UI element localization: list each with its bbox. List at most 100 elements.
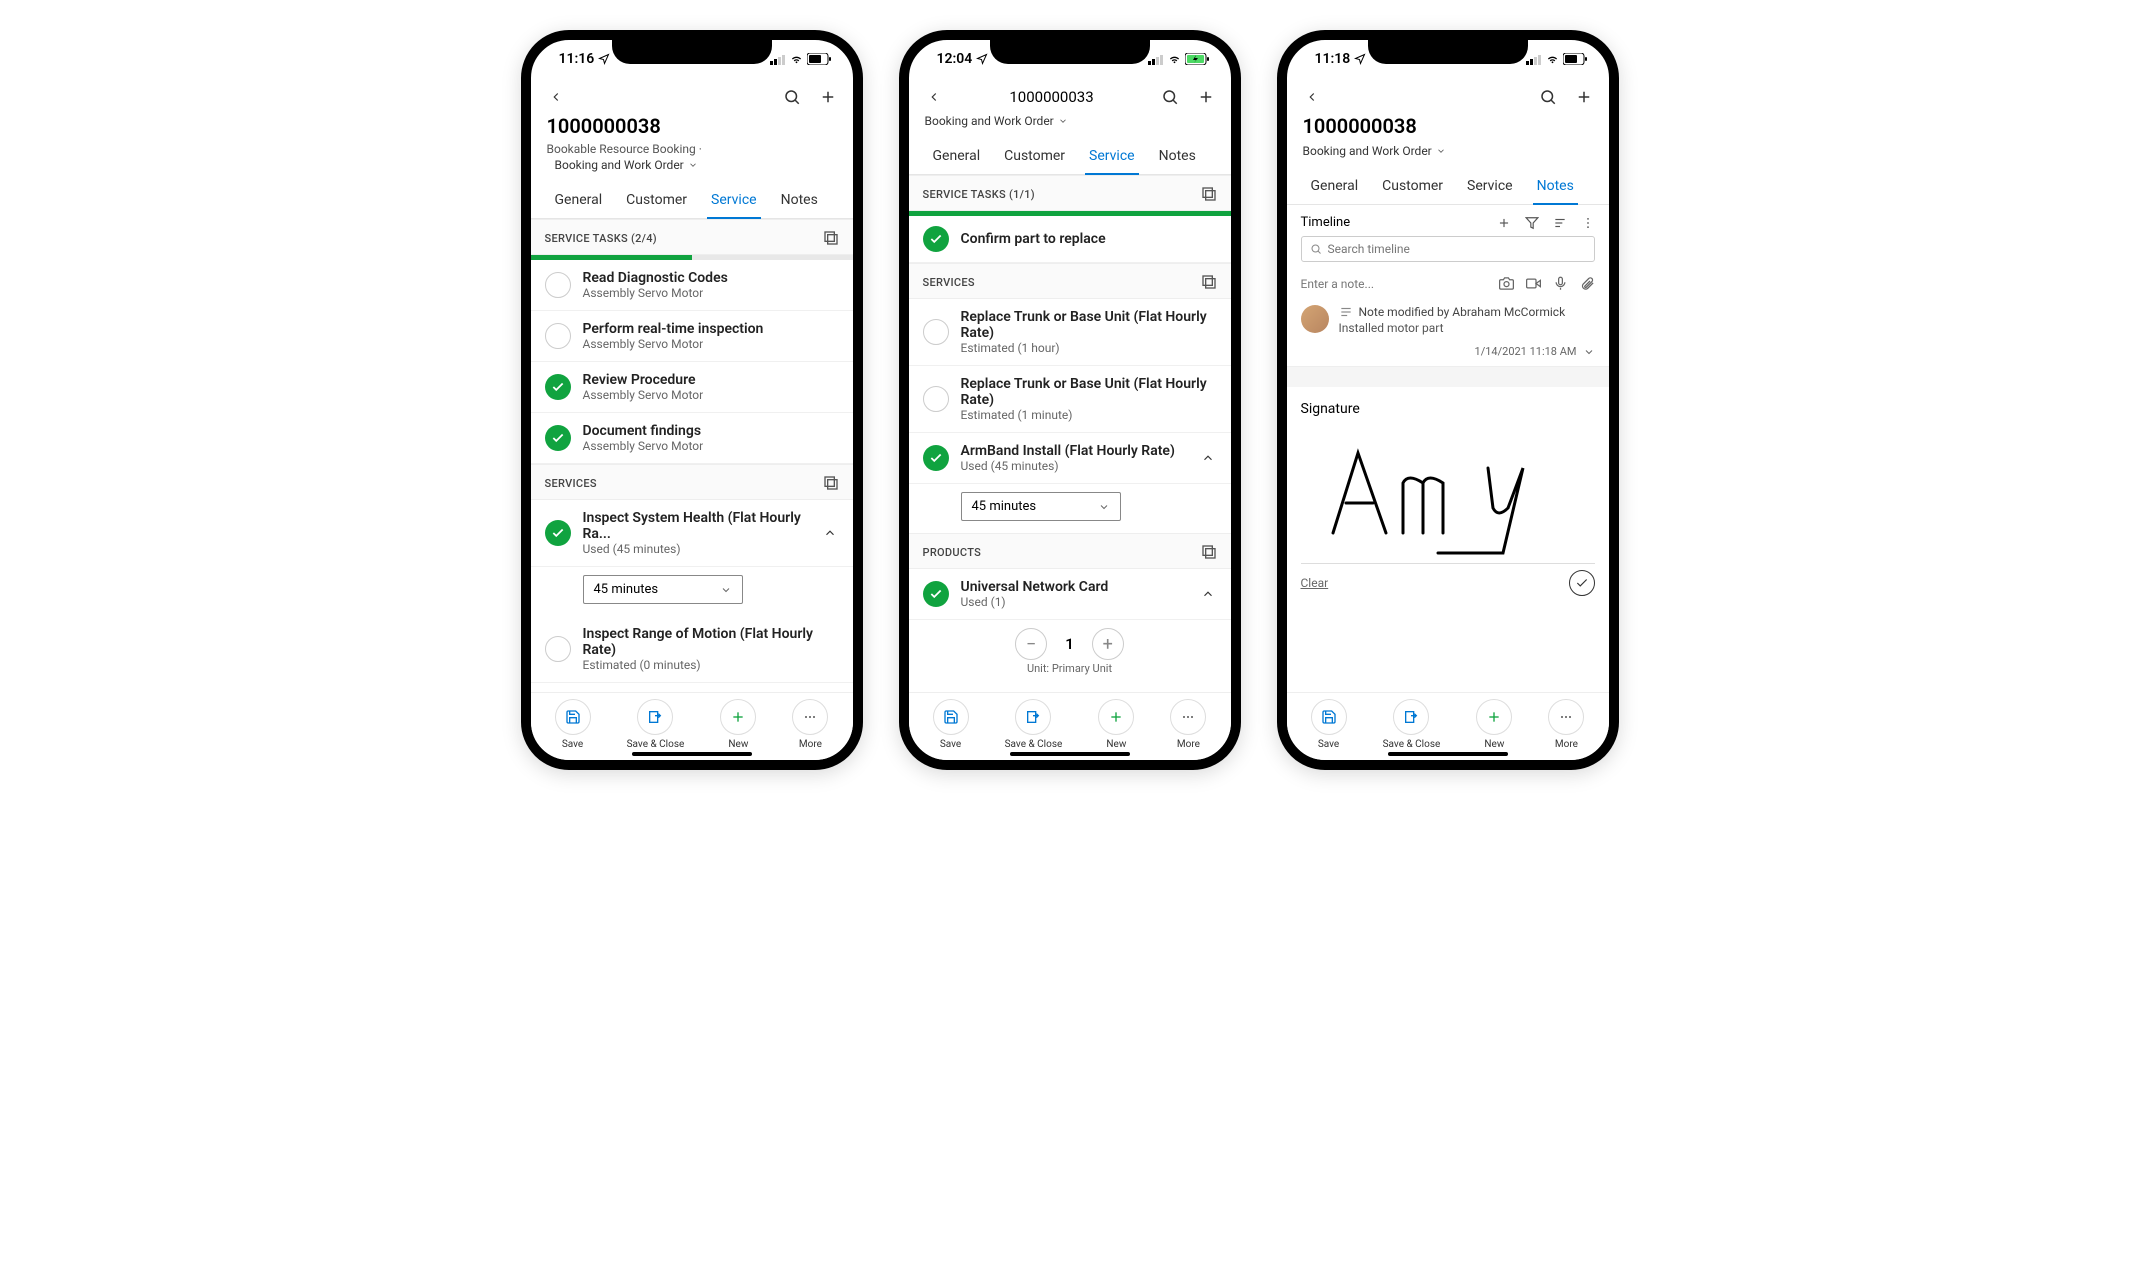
back-button[interactable] — [545, 86, 567, 108]
content-scroll[interactable]: SERVICE TASKS (2/4) Read Diagnostic Code… — [531, 219, 853, 692]
top-bar — [531, 78, 853, 112]
more-button[interactable]: More — [1548, 699, 1584, 750]
mic-icon[interactable] — [1553, 276, 1568, 291]
tab-customer[interactable]: Customer — [614, 182, 699, 218]
add-button[interactable] — [817, 86, 839, 108]
tab-general[interactable]: General — [1299, 168, 1371, 204]
save-close-button[interactable]: Save & Close — [1005, 699, 1063, 750]
service-row[interactable]: Inspect System Health (Flat Hourly Ra...… — [531, 500, 853, 567]
clear-signature-button[interactable]: Clear — [1301, 576, 1329, 590]
content-scroll[interactable]: SERVICE TASKS (1/1) Confirm part to repl… — [909, 175, 1231, 692]
task-row[interactable]: Review Procedure Assembly Servo Motor — [531, 362, 853, 413]
chevron-up-icon[interactable] — [1199, 587, 1217, 601]
service-checkbox-done[interactable] — [923, 445, 949, 471]
duration-dropdown[interactable]: 45 minutes — [583, 575, 743, 604]
location-icon — [1354, 53, 1366, 65]
add-note-icon[interactable] — [1497, 216, 1511, 230]
video-icon[interactable] — [1526, 276, 1541, 291]
add-product-icon[interactable] — [1201, 544, 1217, 560]
task-checkbox-done[interactable] — [923, 226, 949, 252]
add-button[interactable] — [1573, 86, 1595, 108]
service-row[interactable]: Replace Trunk or Base Unit (Flat Hourly … — [909, 299, 1231, 366]
back-button[interactable] — [1301, 86, 1323, 108]
save-button[interactable]: Save — [933, 699, 969, 750]
save-close-button[interactable]: Save & Close — [1383, 699, 1441, 750]
check-icon — [929, 587, 943, 601]
duration-dropdown[interactable]: 45 minutes — [961, 492, 1121, 521]
service-row[interactable]: ArmBand Install (Flat Hourly Rate) Used … — [909, 433, 1231, 484]
increment-button[interactable]: + — [1092, 628, 1124, 660]
tab-general[interactable]: General — [543, 182, 615, 218]
signal-icon — [770, 54, 786, 65]
signature-canvas[interactable] — [1301, 423, 1595, 563]
task-row[interactable]: Perform real-time inspection Assembly Se… — [531, 311, 853, 362]
save-close-button[interactable]: Save & Close — [627, 699, 685, 750]
search-timeline-input[interactable]: Search timeline — [1301, 236, 1595, 262]
new-button[interactable]: New — [1476, 699, 1512, 750]
home-indicator[interactable] — [1010, 752, 1130, 756]
add-button[interactable] — [1195, 86, 1217, 108]
task-checkbox[interactable] — [545, 272, 571, 298]
service-checkbox[interactable] — [923, 386, 949, 412]
note-entry-bar[interactable]: Enter a note... — [1287, 270, 1609, 297]
back-button[interactable] — [923, 86, 945, 108]
task-progress — [531, 255, 853, 260]
tab-notes[interactable]: Notes — [1525, 168, 1586, 204]
search-button[interactable] — [1537, 86, 1559, 108]
home-indicator[interactable] — [1388, 752, 1508, 756]
more-button[interactable]: More — [792, 699, 828, 750]
timeline-note[interactable]: Note modified by Abraham McCormick Insta… — [1287, 297, 1609, 345]
task-row[interactable]: Confirm part to replace — [909, 216, 1231, 263]
save-button[interactable]: Save — [1311, 699, 1347, 750]
task-row[interactable]: Read Diagnostic Codes Assembly Servo Mot… — [531, 260, 853, 311]
sort-icon[interactable] — [1553, 216, 1567, 230]
task-checkbox[interactable] — [545, 323, 571, 349]
view-dropdown[interactable]: Booking and Work Order — [909, 112, 1231, 134]
chevron-up-icon[interactable] — [821, 526, 839, 540]
service-row[interactable]: Replace Trunk or Base Unit (Flat Hourly … — [909, 366, 1231, 433]
view-dropdown[interactable]: Booking and Work Order — [531, 156, 853, 178]
save-close-icon — [1403, 709, 1419, 725]
home-indicator[interactable] — [632, 752, 752, 756]
new-button[interactable]: New — [1098, 699, 1134, 750]
product-row[interactable]: Universal Network Card Used (1) — [909, 569, 1231, 620]
chevron-up-icon[interactable] — [1199, 451, 1217, 465]
service-checkbox-done[interactable] — [545, 520, 571, 546]
attach-icon[interactable] — [1580, 276, 1595, 291]
more-button[interactable]: More — [1170, 699, 1206, 750]
add-service-icon[interactable] — [823, 475, 839, 491]
tab-general[interactable]: General — [921, 138, 993, 174]
add-task-icon[interactable] — [823, 230, 839, 246]
camera-icon[interactable] — [1499, 276, 1514, 291]
more-vert-icon[interactable] — [1581, 216, 1595, 230]
service-row[interactable]: Inspect Range of Motion (Flat Hourly Rat… — [531, 616, 853, 683]
chevron-down-icon[interactable] — [1583, 346, 1595, 358]
content-scroll[interactable]: Timeline Search timeline Enter a note... — [1287, 205, 1609, 692]
tab-service[interactable]: Service — [699, 182, 769, 218]
tab-customer[interactable]: Customer — [1370, 168, 1455, 204]
save-button[interactable]: Save — [555, 699, 591, 750]
add-task-icon[interactable] — [1201, 186, 1217, 202]
search-button[interactable] — [781, 86, 803, 108]
decrement-button[interactable]: − — [1015, 628, 1047, 660]
service-checkbox[interactable] — [545, 636, 571, 662]
tab-notes[interactable]: Notes — [1147, 138, 1208, 174]
tab-notes[interactable]: Notes — [769, 182, 830, 218]
task-checkbox-done[interactable] — [545, 425, 571, 451]
tab-service[interactable]: Service — [1455, 168, 1525, 204]
notch — [990, 38, 1150, 64]
filter-icon[interactable] — [1525, 216, 1539, 230]
tab-customer[interactable]: Customer — [992, 138, 1077, 174]
new-button[interactable]: New — [720, 699, 756, 750]
service-row[interactable]: Inspect Line Integration (Flat Hourly Ra… — [531, 683, 853, 692]
view-dropdown[interactable]: Booking and Work Order — [1287, 138, 1609, 164]
task-checkbox-done[interactable] — [545, 374, 571, 400]
product-checkbox-done[interactable] — [923, 581, 949, 607]
service-checkbox[interactable] — [923, 319, 949, 345]
confirm-signature-button[interactable] — [1569, 570, 1595, 596]
tab-service[interactable]: Service — [1077, 138, 1147, 174]
add-service-icon[interactable] — [1201, 274, 1217, 290]
chevron-down-icon — [720, 584, 732, 596]
search-button[interactable] — [1159, 86, 1181, 108]
task-row[interactable]: Document findings Assembly Servo Motor — [531, 413, 853, 464]
